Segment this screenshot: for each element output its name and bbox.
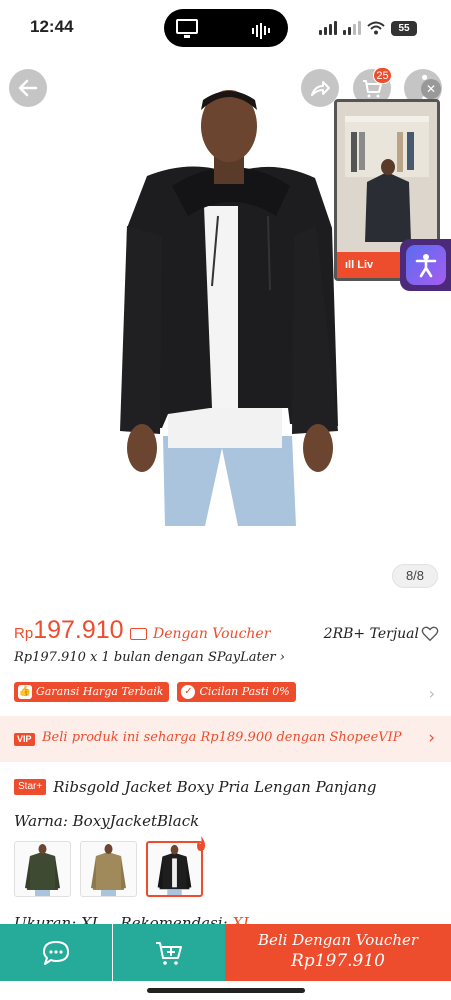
image-counter: 8/8 <box>392 564 438 588</box>
heart-icon[interactable] <box>421 625 439 643</box>
badge-installment[interactable]: ✓ Cicilan Pasti 0% <box>177 682 296 702</box>
badge-label: Cicilan Pasti 0% <box>199 685 290 698</box>
status-indicators: 55 <box>319 19 417 37</box>
chat-button[interactable] <box>0 924 112 981</box>
tv-icon <box>176 19 198 38</box>
badge-price-guarantee[interactable]: 👍 Garansi Harga Terbaik <box>14 682 170 702</box>
sold-count: 2RB+ Terjual <box>323 626 419 642</box>
jacket-thumbnail <box>25 844 60 896</box>
live-label-text: Liv <box>357 259 374 271</box>
close-live-button[interactable]: ✕ <box>421 79 441 99</box>
chevron-right-icon[interactable]: › <box>429 684 435 703</box>
arrow-left-icon <box>18 79 38 97</box>
voucher-text: Dengan Voucher <box>153 626 271 642</box>
status-bar: 12:44 55 <box>0 0 451 56</box>
live-bars-icon: ıll <box>345 259 358 271</box>
price-currency: Rp <box>14 625 34 642</box>
vip-text: Beli produk ini seharga Rp189.900 dengan… <box>42 730 402 745</box>
variant-label: Warna: BoxyJacketBlack <box>14 812 200 830</box>
fire-icon <box>197 836 205 851</box>
cart-count-badge: 25 <box>373 67 392 84</box>
signal-2-icon <box>343 21 361 35</box>
accessibility-icon <box>405 245 446 285</box>
check-circle-icon: ✓ <box>181 685 196 699</box>
battery-icon: 55 <box>391 20 417 36</box>
close-icon: ✕ <box>425 82 437 96</box>
chevron-right-icon: › <box>428 728 435 748</box>
price-row: Rp197.910 Dengan Voucher 2RB+ Terjual <box>14 616 439 650</box>
product-title: Ribsgold Jacket Boxy Pria Lengan Panjang <box>53 777 377 796</box>
guarantee-badges[interactable]: 👍 Garansi Harga Terbaik ✓ Cicilan Pasti … <box>14 682 296 702</box>
buy-with-voucher-button[interactable]: Beli Dengan Voucher Rp197.910 <box>225 924 451 981</box>
product-title-row: Star+ Ribsgold Jacket Boxy Pria Lengan P… <box>14 776 439 796</box>
jacket-thumbnail <box>91 844 126 896</box>
vip-tag: VIP <box>14 733 35 746</box>
variant-swatch-tan[interactable] <box>80 841 137 897</box>
share-icon <box>311 81 330 96</box>
dynamic-island <box>164 9 288 47</box>
wifi-icon <box>367 21 385 35</box>
variant-swatch-green[interactable] <box>14 841 71 897</box>
cart-plus-icon <box>156 941 182 965</box>
accessibility-button[interactable] <box>400 239 451 291</box>
add-to-cart-button[interactable] <box>113 924 225 981</box>
price: Rp197.910 <box>14 616 124 645</box>
vip-banner[interactable]: VIP Beli produk ini seharga Rp189.900 de… <box>0 716 451 762</box>
product-image-gallery[interactable]: 25 ••• ıll Liv ✕ 8/8 <box>0 56 451 602</box>
thumb-icon: 👍 <box>18 685 32 699</box>
paylater-info[interactable]: Rp197.910 x 1 bulan dengan SPayLater › <box>14 650 285 665</box>
buy-label: Beli Dengan Voucher <box>257 931 419 949</box>
price-amount: 197.910 <box>33 616 124 644</box>
signal-icon <box>319 21 337 35</box>
buy-price: Rp197.910 <box>291 951 385 971</box>
bottom-action-bar: Beli Dengan Voucher Rp197.910 <box>0 924 451 981</box>
audio-wave-icon <box>252 20 274 39</box>
voucher-icon <box>130 628 147 640</box>
live-preview-thumbnail <box>337 102 437 252</box>
chat-icon <box>43 940 69 965</box>
badge-label: Garansi Harga Terbaik <box>36 685 164 698</box>
home-indicator[interactable] <box>147 988 305 993</box>
star-plus-tag: Star+ <box>14 778 47 795</box>
back-button[interactable] <box>9 69 47 107</box>
status-time: 12:44 <box>30 17 74 36</box>
